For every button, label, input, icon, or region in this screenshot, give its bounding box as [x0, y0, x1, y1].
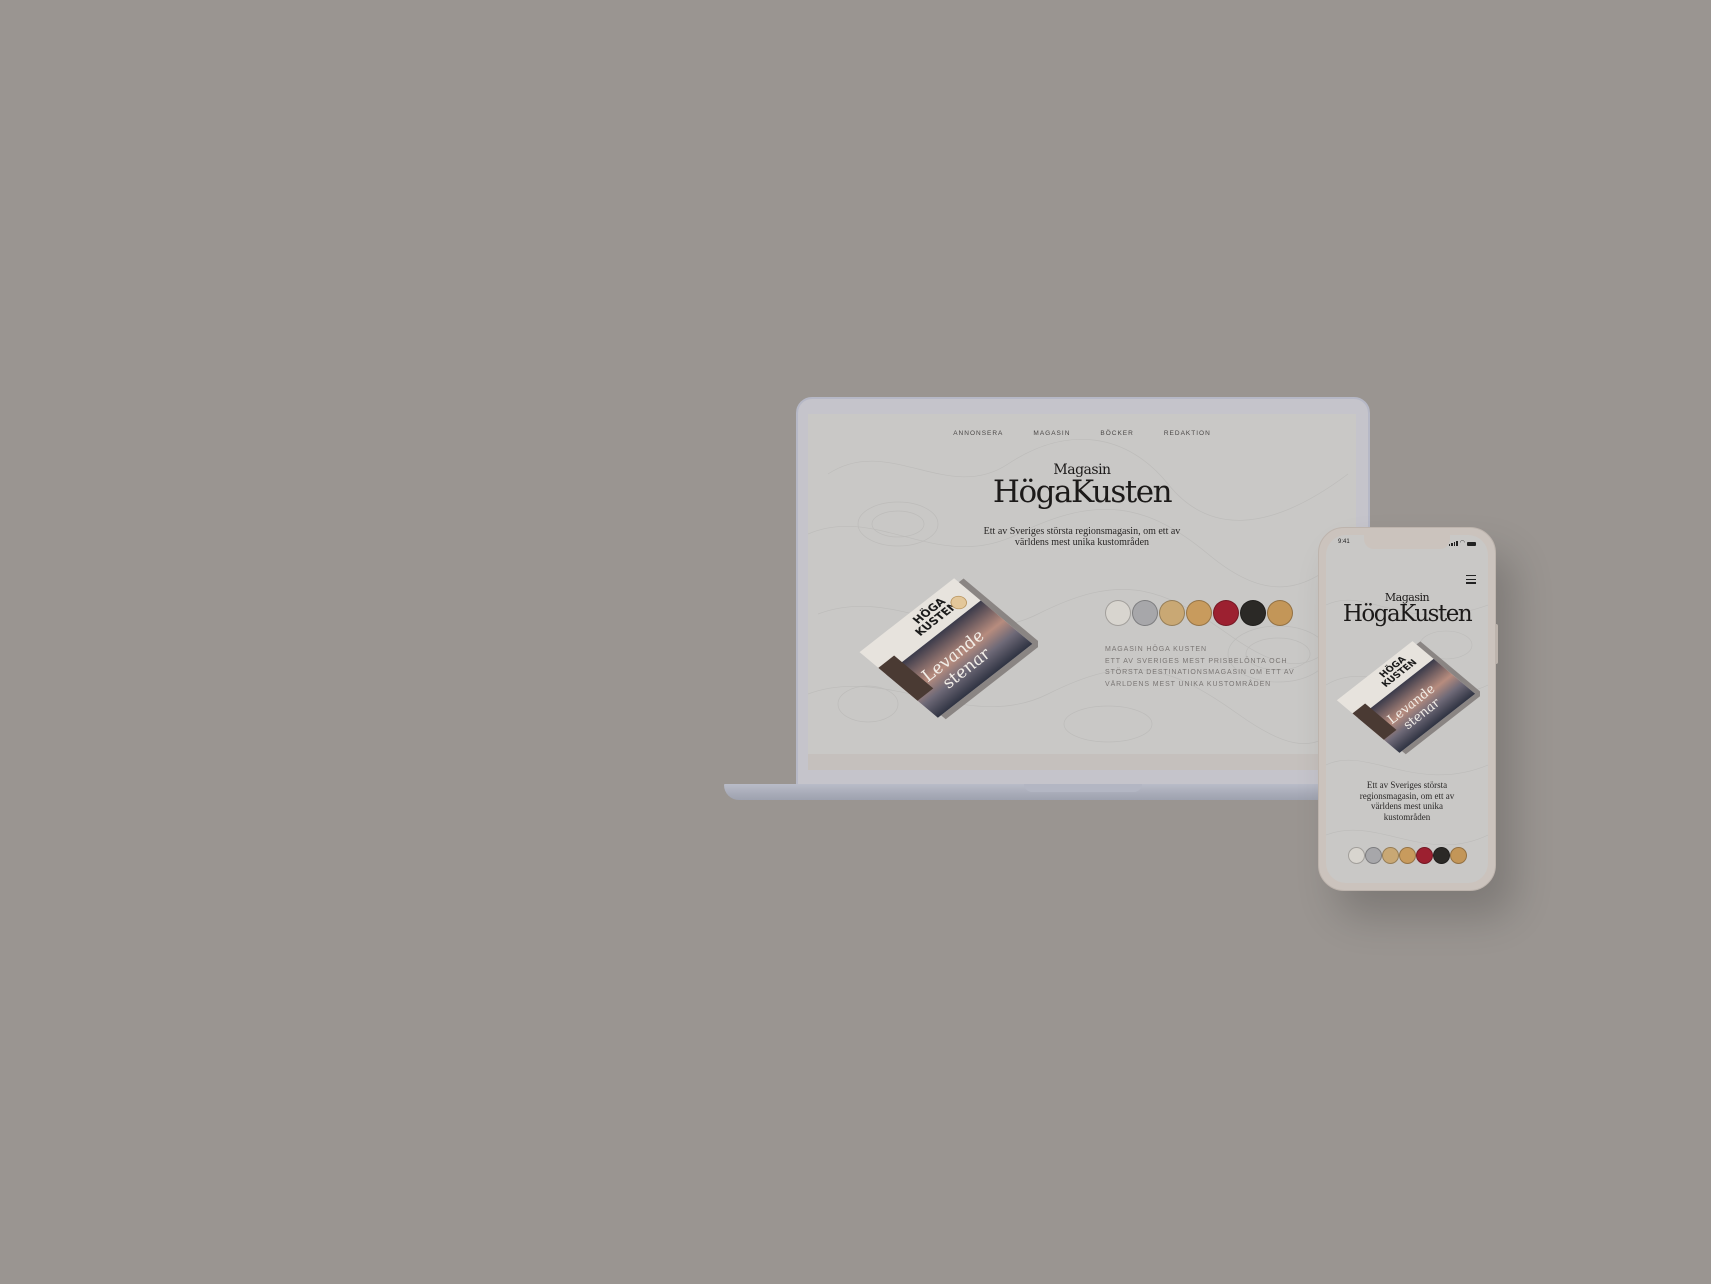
description-line-3: STÖRSTA DESTINATIONSMAGASIN OM ETT AV: [1105, 669, 1295, 676]
description-line-1: MAGASIN HÖGA KUSTEN: [1105, 646, 1207, 653]
phone-notch: [1364, 535, 1450, 549]
award-badge-1: [1105, 600, 1131, 626]
phone-tagline-line-4: kustområden: [1383, 811, 1431, 822]
nav-item-magasin[interactable]: MAGASIN: [1033, 430, 1070, 437]
phone-award-badge-2: [1365, 847, 1382, 864]
award-badge-7: [1267, 600, 1293, 626]
phone-award-badge-4: [1399, 847, 1416, 864]
hero-tagline: Ett av Sveriges största regionsmagasin, …: [932, 526, 1232, 548]
phone-tagline: Ett av Sveriges största regionsmagasin, …: [1326, 780, 1488, 822]
phone-tagline-line-1: Ett av Sveriges största: [1366, 780, 1448, 790]
magazine-cover-image: HÖGA KUSTEN Levande stenar: [859, 578, 1038, 720]
award-badge-3: [1159, 600, 1185, 626]
description-line-4: VÄRLDENS MEST UNIKA KUSTOMRÅDEN: [1105, 680, 1272, 688]
laptop-chin: [808, 754, 1356, 770]
phone-tagline-line-2: regionsmagasin, om ett av: [1359, 790, 1455, 801]
tagline-line-2: världens mest unika kustområden: [1014, 537, 1150, 548]
logo-big-text: HögaKusten: [992, 474, 1173, 510]
phone-logo-big-text: HögaKusten: [1342, 601, 1473, 627]
award-badge-6: [1240, 600, 1266, 626]
laptop-screen: ANNONSERA MAGASIN BÖCKER REDAKTION Magas…: [808, 414, 1356, 754]
description-line-2: ETT AV SVERIGES MEST PRISBELÖNTA OCH: [1105, 657, 1288, 665]
phone-award-badge-6: [1433, 847, 1450, 864]
phone-magazine-cover-image: HÖGA KUSTEN Levande stenar: [1336, 641, 1480, 755]
nav-item-annonsera[interactable]: ANNONSERA: [953, 430, 1003, 437]
award-badges: [1105, 600, 1293, 626]
award-badge-4: [1186, 600, 1212, 626]
site-logo[interactable]: Magasin HögaKusten: [982, 463, 1182, 510]
magazine-description: MAGASIN HÖGA KUSTEN ETT AV SVERIGES MEST…: [1105, 644, 1295, 690]
nav-item-bocker[interactable]: BÖCKER: [1100, 430, 1133, 437]
phone-tagline-line-3: världens mest unika: [1371, 801, 1443, 811]
main-nav: ANNONSERA MAGASIN BÖCKER REDAKTION: [808, 430, 1356, 437]
battery-icon: [1467, 542, 1476, 546]
phone-award-badge-5: [1416, 847, 1433, 864]
phone-side-button: [1495, 624, 1498, 664]
phone-award-badge-3: [1382, 847, 1399, 864]
wifi-icon: ◠: [1459, 540, 1465, 546]
laptop-trackpad-notch: [1024, 784, 1142, 792]
award-badge-2: [1132, 600, 1158, 626]
signal-icon: [1448, 541, 1458, 546]
phone-award-badge-1: [1348, 847, 1365, 864]
phone-screen: 9:41 ◠ Magasin HögaKusten HÖGA KUSTEN Le…: [1326, 535, 1488, 883]
award-badge-5: [1213, 600, 1239, 626]
status-time: 9:41: [1338, 539, 1350, 545]
status-icons: ◠: [1448, 540, 1476, 546]
phone-mockup: 9:41 ◠ Magasin HögaKusten HÖGA KUSTEN Le…: [1318, 527, 1498, 891]
menu-icon[interactable]: [1466, 575, 1476, 586]
phone-award-badge-7: [1450, 847, 1467, 864]
phone-site-logo[interactable]: Magasin HögaKusten: [1326, 592, 1488, 627]
tagline-line-1: Ett av Sveriges största regionsmagasin, …: [983, 526, 1181, 537]
nav-item-redaktion[interactable]: REDAKTION: [1164, 430, 1211, 437]
phone-award-badges: [1348, 847, 1467, 864]
laptop-mockup: ANNONSERA MAGASIN BÖCKER REDAKTION Magas…: [724, 397, 1371, 807]
